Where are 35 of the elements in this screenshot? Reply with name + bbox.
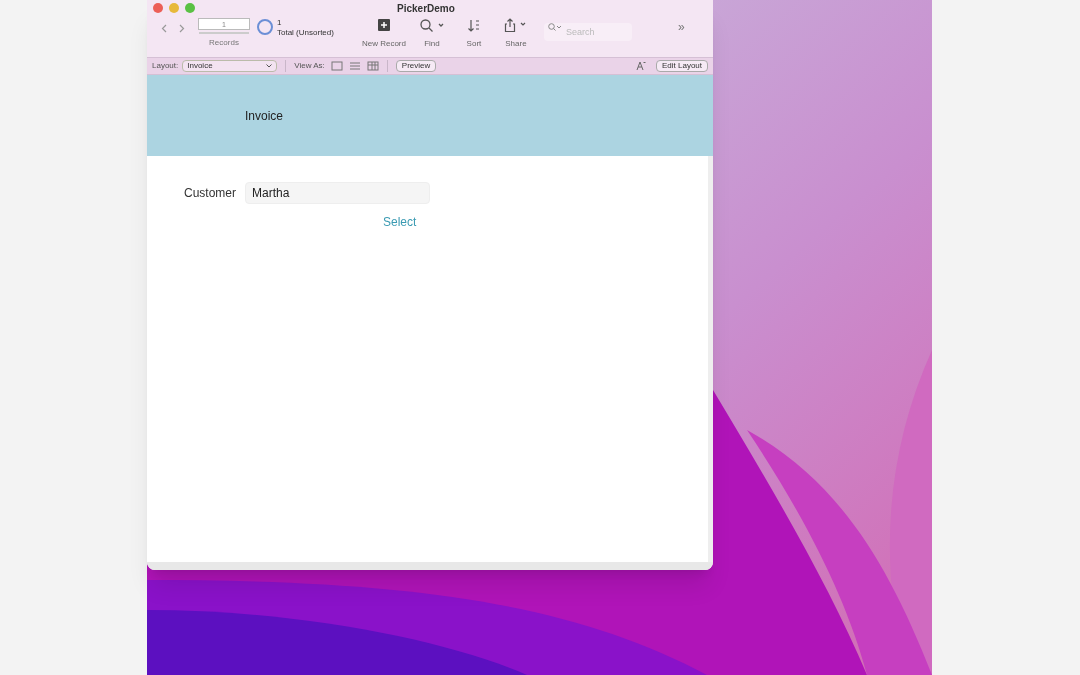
search-icon: [547, 23, 562, 31]
record-count: 1: [277, 18, 283, 28]
back-icon[interactable]: [161, 24, 167, 33]
header-title: Invoice: [245, 107, 284, 125]
edit-layout-button[interactable]: Edit Layout: [655, 60, 708, 72]
toolbar-button[interactable]: New Record: [359, 18, 408, 50]
forward-icon[interactable]: [179, 24, 185, 33]
caret-icon: [266, 64, 273, 68]
zoom-button[interactable]: [185, 3, 195, 13]
sort-icon: [467, 18, 481, 32]
records-label: Records: [209, 37, 239, 49]
layout-dropdown[interactable]: Invoice: [182, 60, 278, 72]
overflow-icon[interactable]: »: [677, 18, 685, 36]
form-view-icon[interactable]: [330, 60, 343, 72]
customer-label: Customer: [183, 185, 236, 202]
toolbar-button[interactable]: Sort: [455, 18, 492, 50]
text-size-icon[interactable]: [635, 61, 646, 71]
customer-field[interactable]: Martha: [245, 182, 430, 204]
share-icon: [503, 18, 528, 32]
list-view-icon[interactable]: [348, 60, 361, 72]
close-button[interactable]: [153, 3, 163, 13]
table-view-icon[interactable]: [366, 60, 379, 72]
record-status: Total (Unsorted): [277, 28, 334, 38]
progress-ring-icon: [257, 19, 273, 35]
window-title: PickerDemo: [397, 1, 455, 16]
select-link[interactable]: Select: [383, 213, 417, 231]
minimize-button[interactable]: [169, 3, 179, 13]
toolbar-button[interactable]: Share: [497, 18, 534, 50]
scroll-bar[interactable]: [708, 156, 713, 562]
plus-square-icon: [377, 19, 390, 31]
preview-button[interactable]: Preview: [395, 60, 437, 72]
search-icon: [419, 18, 444, 32]
view-as-label: View As:: [294, 60, 325, 72]
toolbar-button[interactable]: Find: [413, 18, 450, 50]
layout-label: Layout:: [152, 60, 179, 72]
